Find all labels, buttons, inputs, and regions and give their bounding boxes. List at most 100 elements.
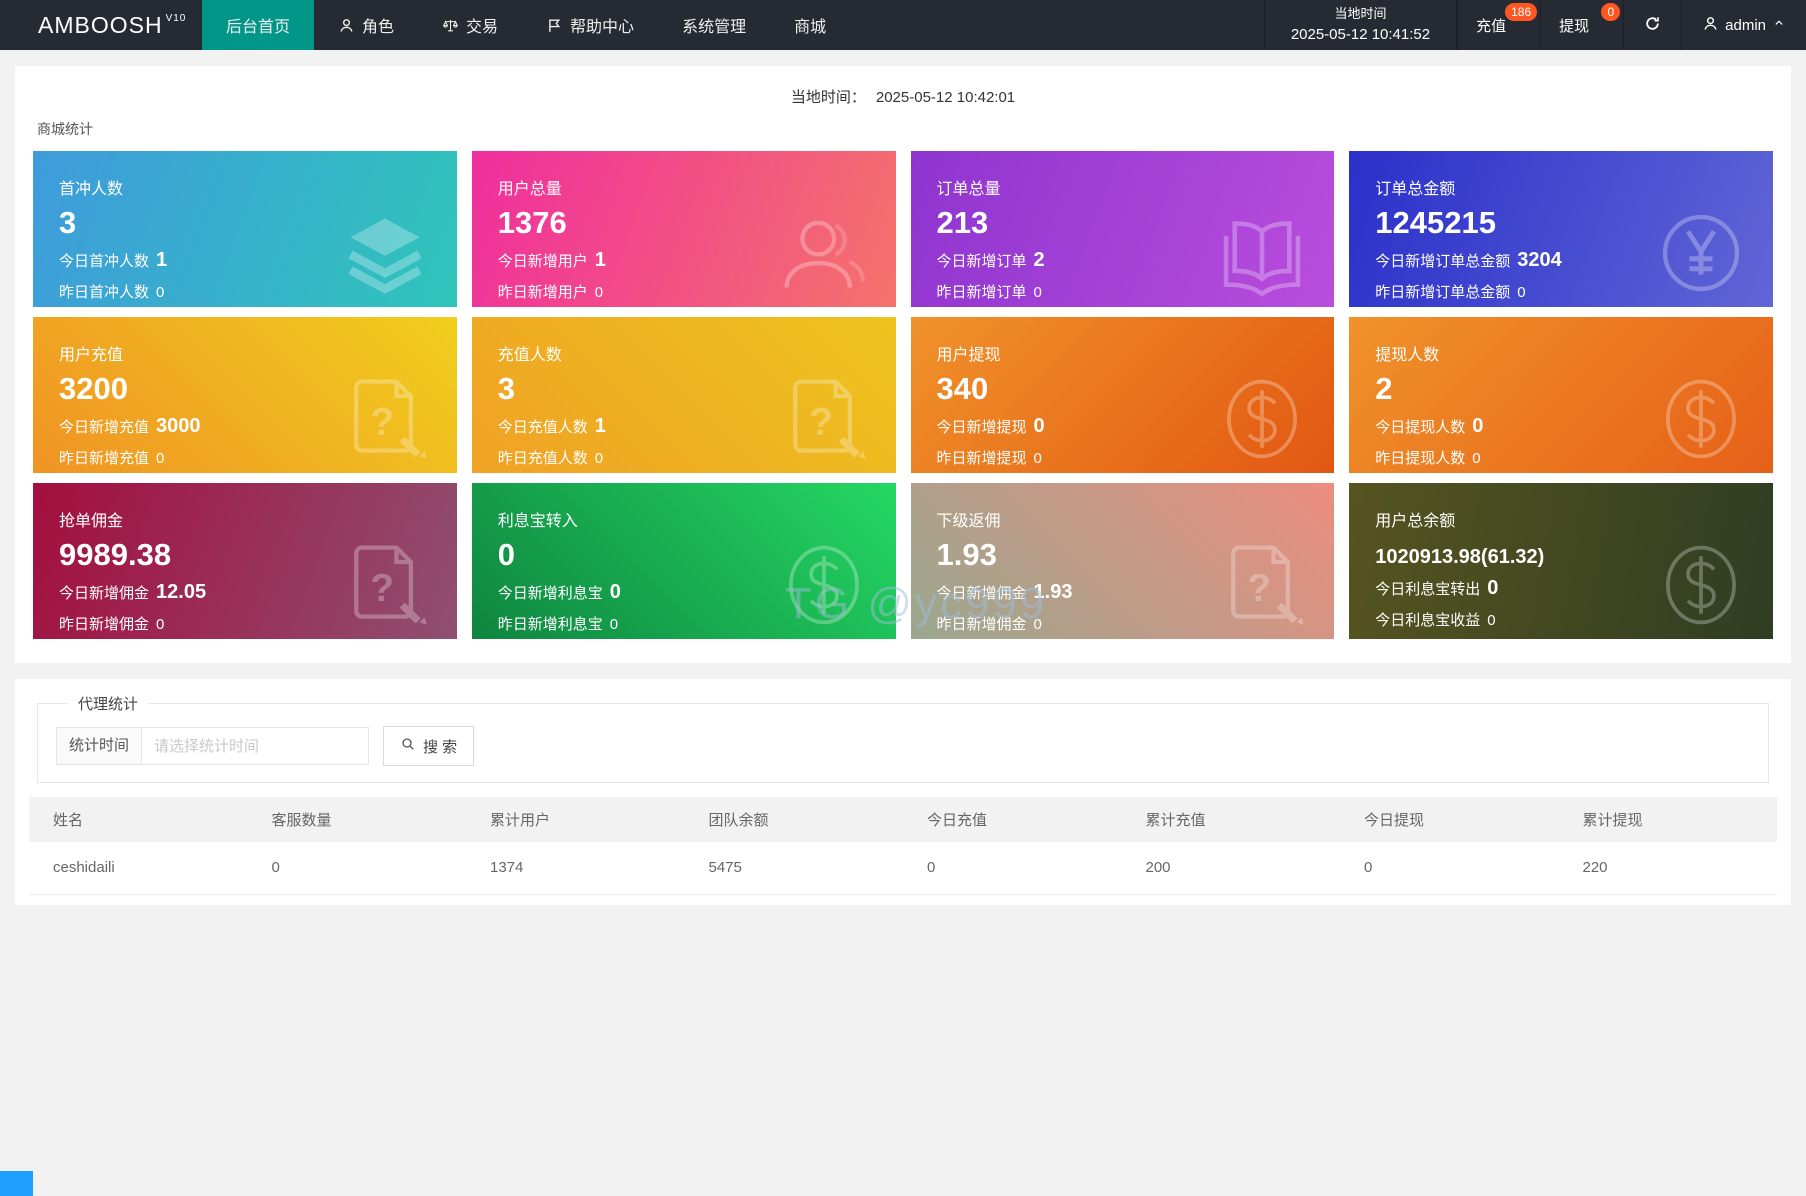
cell-today-withdraw: 0 xyxy=(1340,842,1559,895)
nav-item-trade[interactable]: 交易 xyxy=(418,0,522,50)
card-yesterday-label: 昨日新增佣金 xyxy=(936,615,1027,633)
withdraw-label: 提现 xyxy=(1559,17,1590,35)
svg-text:?: ? xyxy=(1248,567,1272,610)
col-today-recharge: 今日充值 xyxy=(903,797,1122,842)
refresh-button[interactable] xyxy=(1623,0,1681,50)
card-yesterday-label: 今日利息宝收益 xyxy=(1375,612,1481,629)
card-today-value: 3000 xyxy=(156,414,201,437)
stat-card-first-charge-users: 首冲人数 3 今日首冲人数 1 昨日首冲人数 0 xyxy=(33,151,457,307)
col-total-recharge: 累计充值 xyxy=(1121,797,1340,842)
card-title: 用户充值 xyxy=(59,347,124,364)
agent-table: 姓名 客服数量 累计用户 团队余额 今日充值 累计充值 今日提现 累计提现 ceshidail… xyxy=(29,797,1777,895)
nav-item-label: 商城 xyxy=(794,19,827,36)
col-total-users: 累计用户 xyxy=(466,797,685,842)
card-yesterday-value: 0 xyxy=(156,449,165,467)
card-today-label: 今日新增提现 xyxy=(936,418,1027,436)
card-title: 订单总金额 xyxy=(1375,181,1456,198)
nav-item-label: 后台首页 xyxy=(226,19,291,36)
doc-edit-icon: ? xyxy=(339,373,431,465)
cell-team-balance: 5475 xyxy=(684,842,903,895)
card-today-value: 1 xyxy=(156,248,168,271)
stat-card-order-commission: 抢单佣金 9989.38 今日新增佣金 12.05 昨日新增佣金 0? xyxy=(33,483,457,639)
recharge-link[interactable]: 186 充值 xyxy=(1457,0,1540,50)
card-today-label: 今日提现人数 xyxy=(1375,418,1466,436)
col-team-balance: 团队余额 xyxy=(684,797,903,842)
card-yesterday-value: 0 xyxy=(1033,283,1042,301)
filter-label: 统计时间 xyxy=(56,727,143,765)
card-today-label: 今日新增用户 xyxy=(497,252,588,270)
stat-card-total-users: 用户总量 1376 今日新增用户 1 昨日新增用户 0 xyxy=(471,151,896,307)
mall-stats-panel: 当地时间： 2025-05-12 10:42:01 商城统计 TG @yc999 … xyxy=(15,66,1791,663)
card-today-value: 0 xyxy=(1472,414,1484,437)
section-title-mall-stats: 商城统计 xyxy=(37,121,93,137)
nav-item-help-center[interactable]: 帮助中心 xyxy=(522,0,658,50)
card-today-label: 今日新增充值 xyxy=(59,418,150,436)
card-yesterday-value: 0 xyxy=(1033,449,1042,467)
filter-row: 统计时间 搜 索 xyxy=(56,726,1750,766)
panel-time-label: 当地时间： xyxy=(790,89,866,106)
doc-edit-icon: ? xyxy=(778,373,870,465)
stat-cards-grid: TG @yc999 首冲人数 3 今日首冲人数 1 昨日首冲人数 0 用户总量 1376 今日新… xyxy=(33,151,1773,663)
cell-agent-name: ceshidaili xyxy=(29,842,248,895)
card-title: 用户总余额 xyxy=(1375,513,1456,530)
svg-text:?: ? xyxy=(370,567,394,610)
card-today-value: 0 xyxy=(1033,414,1045,437)
stat-card-user-withdraw: 用户提现 340 今日新增提现 0 昨日新增提现 0 xyxy=(910,317,1335,473)
search-button[interactable]: 搜 索 xyxy=(383,726,475,766)
card-yesterday-label: 昨日首冲人数 xyxy=(59,283,150,301)
card-yesterday-label: 昨日提现人数 xyxy=(1375,449,1466,467)
card-yesterday-value: 0 xyxy=(1487,612,1496,629)
agent-legend: 代理统计 xyxy=(78,696,139,713)
agent-stats-panel: 代理统计 统计时间 搜 索 姓名客服数量累计用户团队余额今日充值累计充值今日提现… xyxy=(15,679,1791,905)
table-row: ceshidaili 0 1374 5475 0 200 0 220 xyxy=(29,842,1777,895)
card-today-label: 今日首冲人数 xyxy=(59,252,150,270)
dollar-circle-icon xyxy=(1216,373,1308,465)
nav-user-icon xyxy=(338,17,355,34)
col-today-withdraw: 今日提现 xyxy=(1340,797,1559,842)
card-today-label: 今日充值人数 xyxy=(497,418,588,436)
stat-card-user-recharge: 用户充值 3200 今日新增充值 3000 昨日新增充值 0? xyxy=(33,317,457,473)
dollar-circle-icon xyxy=(1655,539,1747,631)
layers-icon xyxy=(339,207,431,299)
nav-item-mall[interactable]: 商城 xyxy=(770,0,850,50)
user-menu[interactable]: admin xyxy=(1681,0,1806,50)
nav-item-home[interactable]: 后台首页 xyxy=(202,0,315,50)
col-total-withdraw: 累计提现 xyxy=(1558,797,1777,842)
card-today-label: 今日新增订单 xyxy=(936,252,1027,270)
chevron-up-icon xyxy=(1772,16,1786,34)
date-range-input[interactable] xyxy=(141,727,370,765)
card-title: 首冲人数 xyxy=(59,181,124,198)
card-yesterday-value: 0 xyxy=(1472,449,1481,467)
yen-circle-icon xyxy=(1655,207,1747,299)
withdraw-badge: 0 xyxy=(1601,3,1621,21)
card-today-label: 今日新增订单总金额 xyxy=(1375,252,1511,270)
cell-total-recharge: 200 xyxy=(1121,842,1340,895)
card-yesterday-label: 昨日新增订单 xyxy=(936,283,1027,301)
user-icon xyxy=(1702,15,1719,36)
nav-item-label: 系统管理 xyxy=(682,19,747,36)
svg-text:?: ? xyxy=(370,401,394,444)
doc-edit-icon: ? xyxy=(339,539,431,631)
col-service-count: 客服数量 xyxy=(247,797,466,842)
card-today-value: 1.93 xyxy=(1033,580,1073,603)
app-logo: AMBOOSH V10 xyxy=(0,0,202,50)
card-yesterday-label: 昨日充值人数 xyxy=(497,449,588,467)
withdraw-link[interactable]: 0 提现 xyxy=(1540,0,1623,50)
recharge-badge: 186 xyxy=(1505,3,1538,21)
card-today-value: 2 xyxy=(1033,248,1045,271)
nav-item-roles[interactable]: 角色 xyxy=(314,0,418,50)
stat-card-withdraw-users: 提现人数 2 今日提现人数 0 昨日提现人数 0 xyxy=(1349,317,1773,473)
card-today-value: 1 xyxy=(594,414,606,437)
nav-item-system-management[interactable]: 系统管理 xyxy=(658,0,770,50)
card-today-label: 今日新增利息宝 xyxy=(497,584,603,602)
card-today-label: 今日新增佣金 xyxy=(59,584,150,602)
bottom-left-blue-button[interactable] xyxy=(0,1171,33,1196)
local-time-block: 当地时间 2025-05-12 10:41:52 xyxy=(1263,0,1458,50)
card-today-value: 1 xyxy=(594,248,606,271)
nav-item-label: 帮助中心 xyxy=(570,19,635,36)
panel-time-row: 当地时间： 2025-05-12 10:42:01 xyxy=(15,66,1791,107)
stat-card-user-total-balance: 用户总余额 1020913.98(61.32) 今日利息宝转出 0 今日利息宝收益 0 xyxy=(1349,483,1773,639)
local-time-label: 当地时间 xyxy=(1334,6,1387,22)
dollar-circle-icon xyxy=(778,539,870,631)
recharge-label: 充值 xyxy=(1476,17,1507,35)
